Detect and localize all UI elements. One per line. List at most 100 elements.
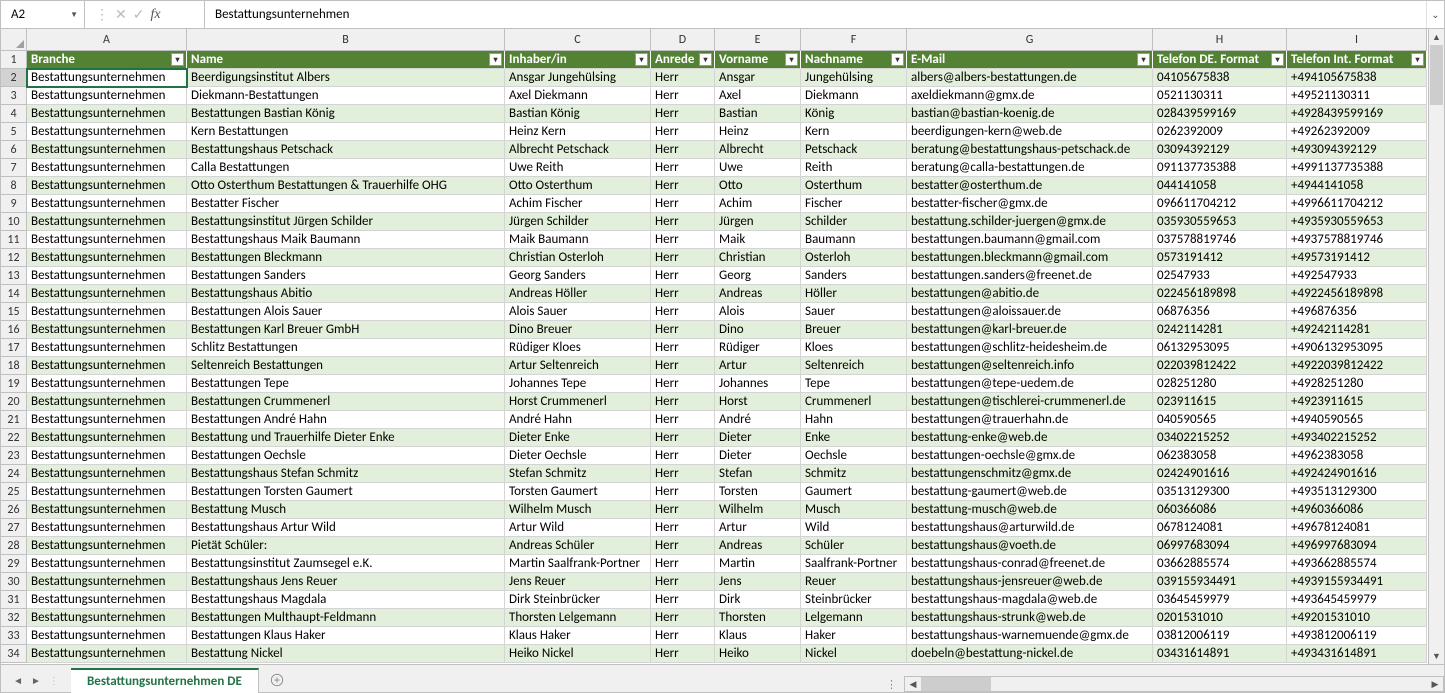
cell-E15[interactable]: Alois [715, 303, 801, 321]
cell-D3[interactable]: Herr [651, 87, 715, 105]
row-header-13[interactable]: 13 [1, 267, 27, 285]
row-header-17[interactable]: 17 [1, 339, 27, 357]
cell-H21[interactable]: 040590565 [1153, 411, 1287, 429]
cell-F5[interactable]: Kern [801, 123, 907, 141]
cell-F8[interactable]: Osterthum [801, 177, 907, 195]
cell-B9[interactable]: Bestatter Fischer [187, 195, 505, 213]
cell-C7[interactable]: Uwe Reith [505, 159, 651, 177]
cell-C25[interactable]: Torsten Gaumert [505, 483, 651, 501]
cell-A6[interactable]: Bestattungsunternehmen [27, 141, 187, 159]
formula-input[interactable]: Bestattungsunternehmen [205, 1, 1426, 28]
cell-G34[interactable]: doebeln@bestattung-nickel.de [907, 645, 1153, 663]
row-header-2[interactable]: 2 [1, 69, 27, 87]
cell-A26[interactable]: Bestattungsunternehmen [27, 501, 187, 519]
cell-F3[interactable]: Diekmann [801, 87, 907, 105]
cell-E32[interactable]: Thorsten [715, 609, 801, 627]
cell-F13[interactable]: Sanders [801, 267, 907, 285]
cell-D18[interactable]: Herr [651, 357, 715, 375]
cell-A33[interactable]: Bestattungsunternehmen [27, 627, 187, 645]
cell-H16[interactable]: 0242114281 [1153, 321, 1287, 339]
cell-B23[interactable]: Bestattungen Oechsle [187, 447, 505, 465]
name-box[interactable]: A2 ▼ [1, 1, 85, 28]
table-header-A[interactable]: Branche▾ [27, 51, 187, 69]
cell-H8[interactable]: 044141058 [1153, 177, 1287, 195]
cell-G9[interactable]: bestatter-fischer@gmx.de [907, 195, 1153, 213]
cell-E17[interactable]: Rüdiger [715, 339, 801, 357]
cell-B24[interactable]: Bestattungshaus Stefan Schmitz [187, 465, 505, 483]
cell-G17[interactable]: bestattungen@schlitz-heidesheim.de [907, 339, 1153, 357]
cell-I16[interactable]: +49242114281 [1287, 321, 1427, 339]
cell-C26[interactable]: Wilhelm Musch [505, 501, 651, 519]
cell-E11[interactable]: Maik [715, 231, 801, 249]
cell-E21[interactable]: André [715, 411, 801, 429]
cell-B15[interactable]: Bestattungen Alois Sauer [187, 303, 505, 321]
cell-I11[interactable]: +4937578819746 [1287, 231, 1427, 249]
row-header-19[interactable]: 19 [1, 375, 27, 393]
cell-C28[interactable]: Andreas Schüler [505, 537, 651, 555]
cell-F31[interactable]: Steinbrücker [801, 591, 907, 609]
cell-I27[interactable]: +49678124081 [1287, 519, 1427, 537]
cell-F20[interactable]: Crummenerl [801, 393, 907, 411]
cell-A12[interactable]: Bestattungsunternehmen [27, 249, 187, 267]
cell-D2[interactable]: Herr [651, 69, 715, 87]
row-header-31[interactable]: 31 [1, 591, 27, 609]
cell-I26[interactable]: +4960366086 [1287, 501, 1427, 519]
cell-F4[interactable]: König [801, 105, 907, 123]
cell-C18[interactable]: Artur Seltenreich [505, 357, 651, 375]
add-sheet-button[interactable] [265, 668, 289, 692]
cell-D8[interactable]: Herr [651, 177, 715, 195]
cell-E34[interactable]: Heiko [715, 645, 801, 663]
cell-D31[interactable]: Herr [651, 591, 715, 609]
cell-C12[interactable]: Christian Osterloh [505, 249, 651, 267]
cell-E9[interactable]: Achim [715, 195, 801, 213]
row-header-26[interactable]: 26 [1, 501, 27, 519]
cell-A4[interactable]: Bestattungsunternehmen [27, 105, 187, 123]
table-header-B[interactable]: Name▾ [187, 51, 505, 69]
name-box-dropdown-icon[interactable]: ▼ [70, 10, 78, 20]
cell-F11[interactable]: Baumann [801, 231, 907, 249]
cell-G2[interactable]: albers@albers-bestattungen.de [907, 69, 1153, 87]
row-header-32[interactable]: 32 [1, 609, 27, 627]
cell-C13[interactable]: Georg Sanders [505, 267, 651, 285]
cell-D19[interactable]: Herr [651, 375, 715, 393]
cell-B25[interactable]: Bestattungen Torsten Gaumert [187, 483, 505, 501]
table-header-C[interactable]: Inhaber/in▾ [505, 51, 651, 69]
cell-F14[interactable]: Höller [801, 285, 907, 303]
select-all-button[interactable] [1, 29, 27, 51]
cell-E5[interactable]: Heinz [715, 123, 801, 141]
cell-A32[interactable]: Bestattungsunternehmen [27, 609, 187, 627]
cell-E33[interactable]: Klaus [715, 627, 801, 645]
column-header-B[interactable]: B [187, 29, 505, 51]
cell-H27[interactable]: 0678124081 [1153, 519, 1287, 537]
cell-F9[interactable]: Fischer [801, 195, 907, 213]
cell-F15[interactable]: Sauer [801, 303, 907, 321]
cell-E26[interactable]: Wilhelm [715, 501, 801, 519]
table-header-D[interactable]: Anrede▾ [651, 51, 715, 69]
cell-C19[interactable]: Johannes Tepe [505, 375, 651, 393]
scroll-up-icon[interactable]: ▲ [1429, 29, 1444, 45]
cell-I4[interactable]: +4928439599169 [1287, 105, 1427, 123]
cell-H14[interactable]: 022456189898 [1153, 285, 1287, 303]
cell-B20[interactable]: Bestattungen Crummenerl [187, 393, 505, 411]
cell-I17[interactable]: +4906132953095 [1287, 339, 1427, 357]
cell-D30[interactable]: Herr [651, 573, 715, 591]
cell-F21[interactable]: Hahn [801, 411, 907, 429]
cell-E23[interactable]: Dieter [715, 447, 801, 465]
cell-G5[interactable]: beerdigungen-kern@web.de [907, 123, 1153, 141]
cell-H3[interactable]: 0521130311 [1153, 87, 1287, 105]
row-header-3[interactable]: 3 [1, 87, 27, 105]
column-header-A[interactable]: A [27, 29, 187, 51]
cell-G26[interactable]: bestattung-musch@web.de [907, 501, 1153, 519]
row-header-10[interactable]: 10 [1, 213, 27, 231]
cell-D22[interactable]: Herr [651, 429, 715, 447]
cell-H5[interactable]: 0262392009 [1153, 123, 1287, 141]
cell-H9[interactable]: 096611704212 [1153, 195, 1287, 213]
cell-C23[interactable]: Dieter Oechsle [505, 447, 651, 465]
cell-G4[interactable]: bastian@bastian-koenig.de [907, 105, 1153, 123]
cell-I25[interactable]: +493513129300 [1287, 483, 1427, 501]
column-header-H[interactable]: H [1153, 29, 1287, 51]
cell-D32[interactable]: Herr [651, 609, 715, 627]
cell-I24[interactable]: +492424901616 [1287, 465, 1427, 483]
cell-G22[interactable]: bestattung-enke@web.de [907, 429, 1153, 447]
cell-B6[interactable]: Bestattungshaus Petschack [187, 141, 505, 159]
